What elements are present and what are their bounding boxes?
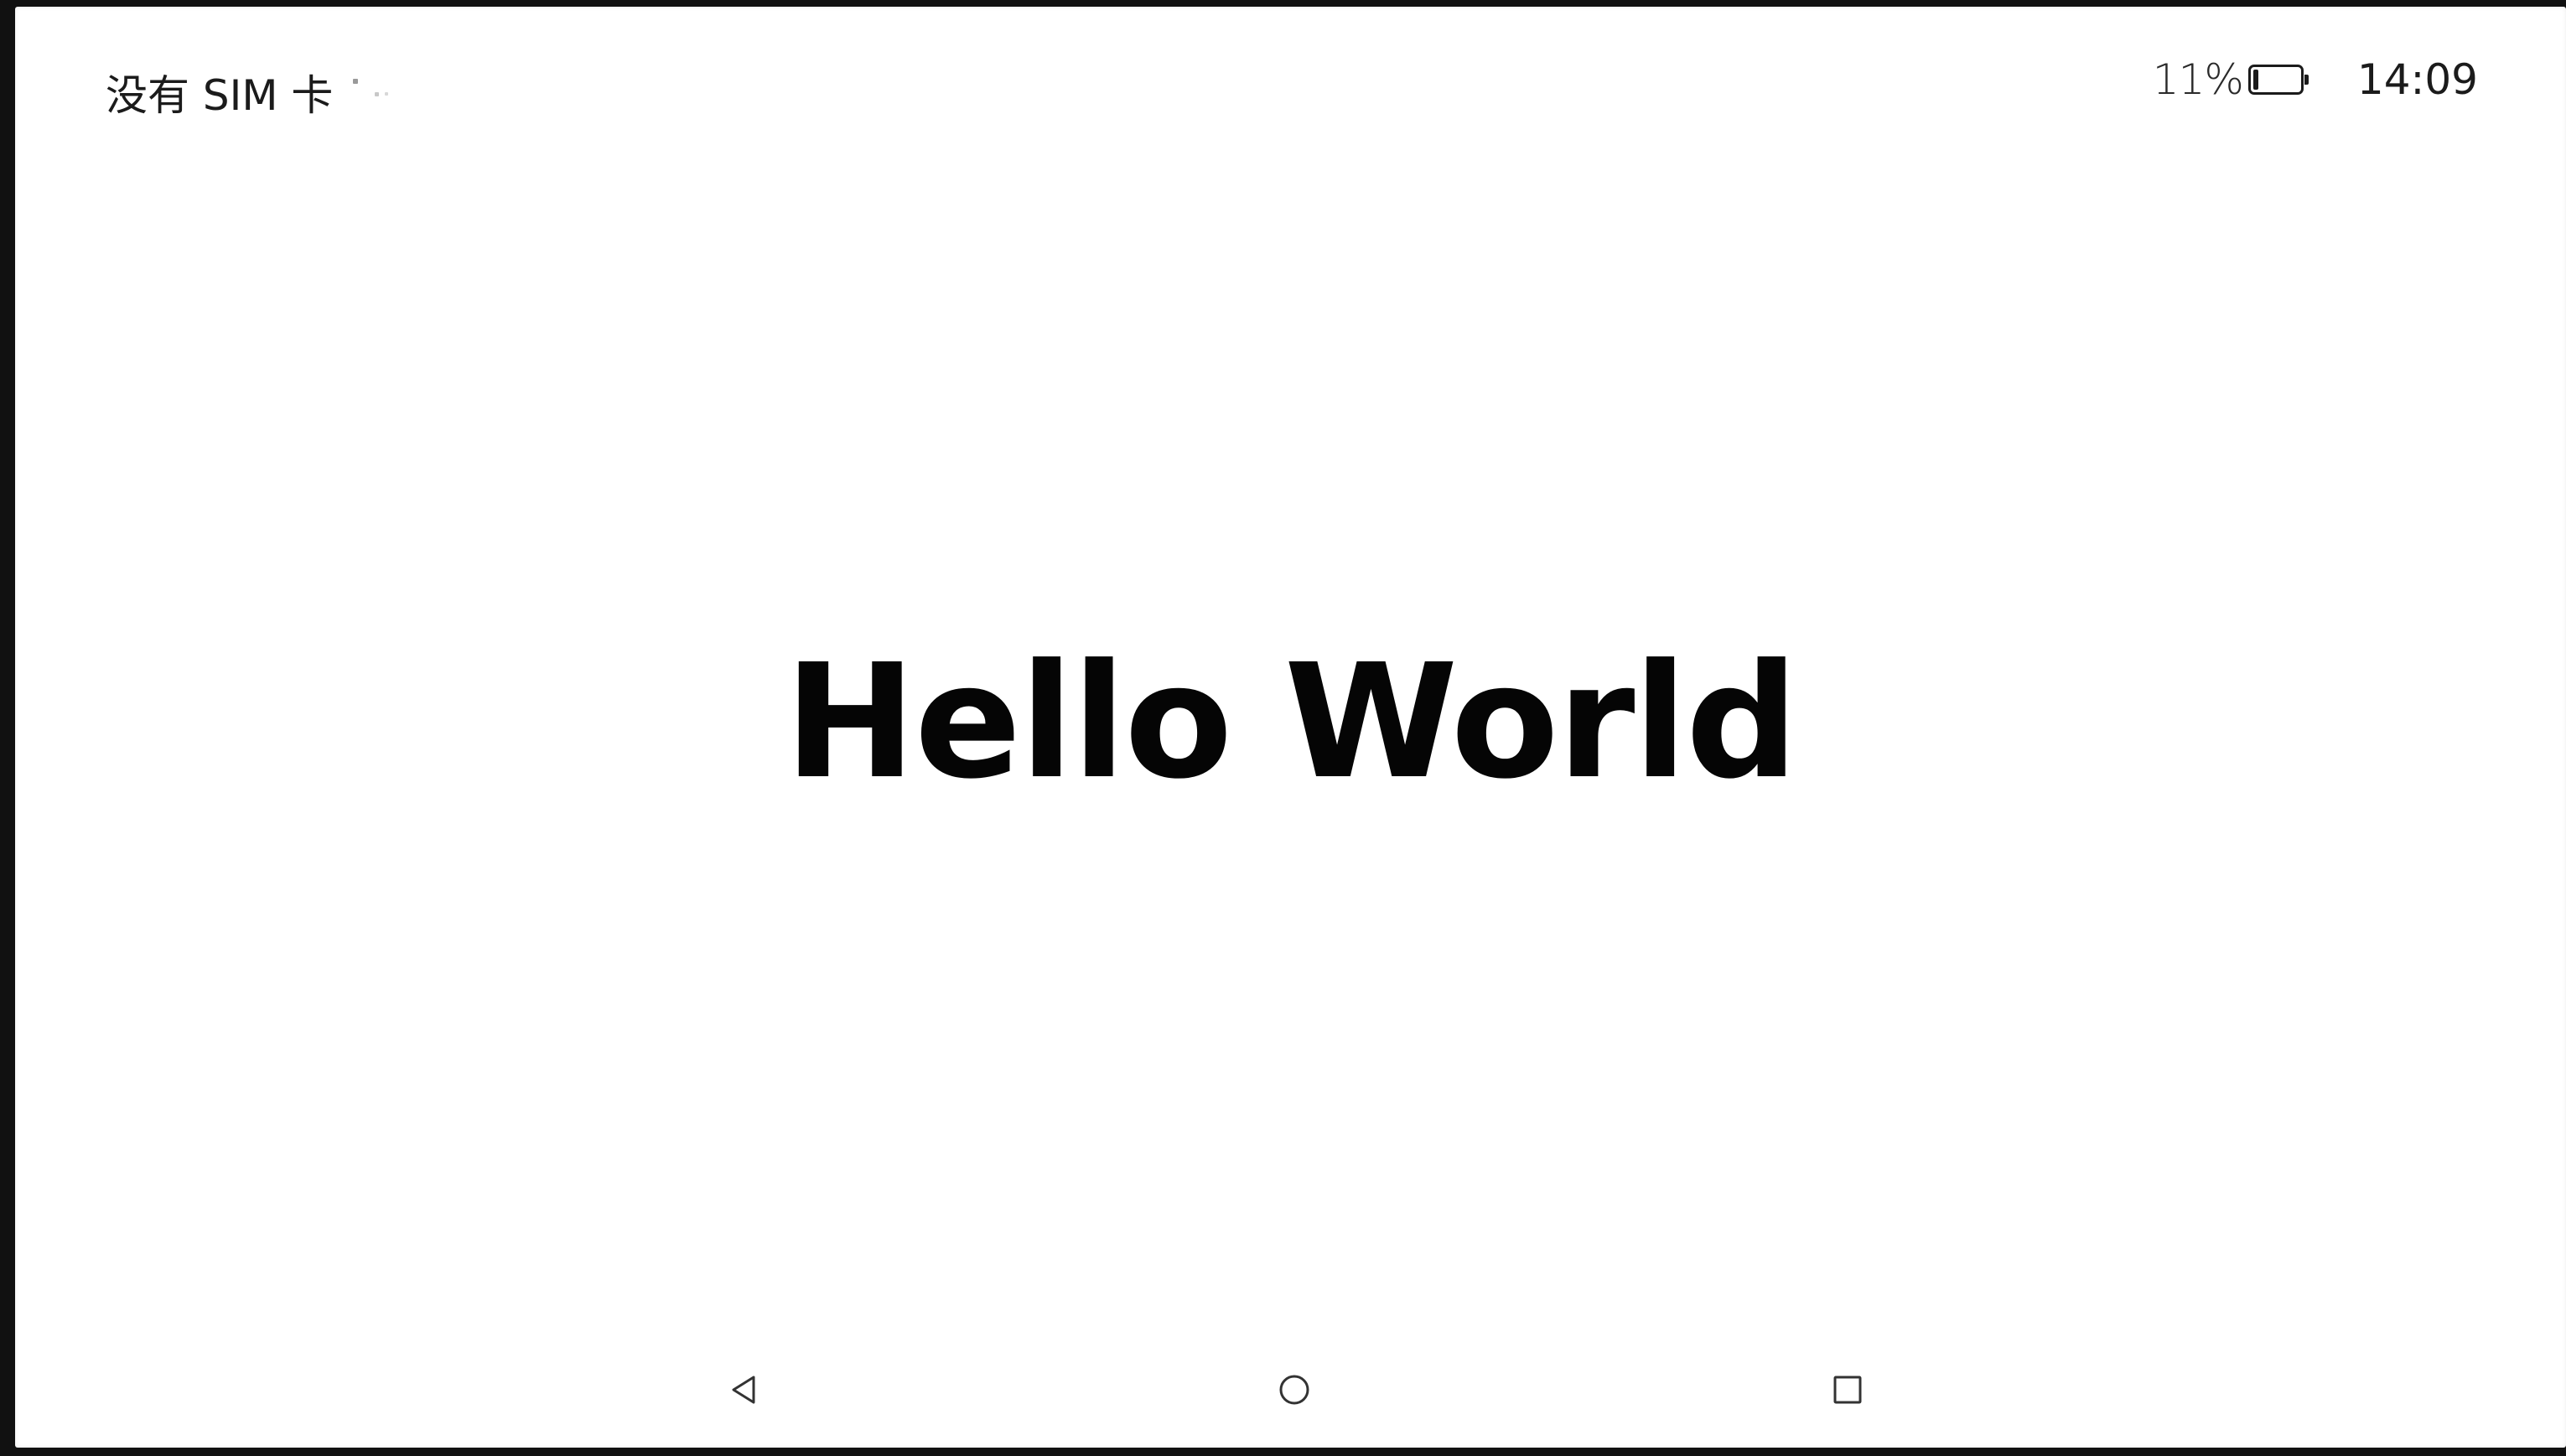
status-right-group: 11% 14:09 bbox=[2153, 55, 2478, 104]
square-recents-icon bbox=[1833, 1376, 1862, 1404]
battery-icon bbox=[2247, 65, 2309, 95]
back-button[interactable] bbox=[724, 1370, 765, 1410]
battery-fill bbox=[2252, 70, 2258, 90]
hello-world-text: Hello World bbox=[784, 630, 1799, 814]
screen: 没有 SIM 卡 11% 14:09 Hello World bbox=[15, 7, 2566, 1448]
triangle-back-icon bbox=[732, 1376, 755, 1404]
recents-button[interactable] bbox=[1827, 1370, 1868, 1410]
signal-icon bbox=[351, 75, 393, 109]
status-bar: 没有 SIM 卡 11% 14:09 bbox=[15, 7, 2566, 158]
circle-home-icon bbox=[1279, 1375, 1309, 1405]
home-button[interactable] bbox=[1274, 1370, 1314, 1410]
navigation-bar bbox=[15, 1346, 2566, 1430]
status-clock: 14:09 bbox=[2356, 55, 2478, 104]
carrier-group: 没有 SIM 卡 bbox=[106, 62, 393, 122]
battery-percent: 11% bbox=[2152, 55, 2244, 104]
device-frame: 没有 SIM 卡 11% 14:09 Hello World bbox=[0, 0, 2566, 1456]
carrier-label: 没有 SIM 卡 bbox=[106, 71, 334, 120]
